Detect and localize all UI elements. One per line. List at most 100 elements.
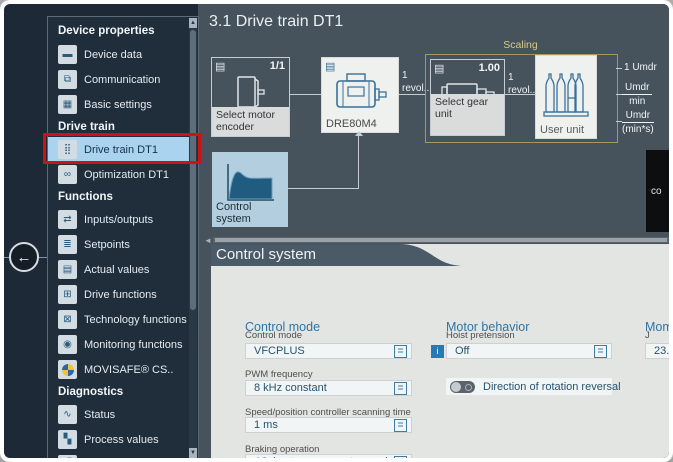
scroll-up-icon[interactable]: ▲ (189, 18, 197, 28)
inputs-outputs-icon: ⇄ (58, 210, 77, 229)
application-window: ← Device properties ▬ Device data ⧉ Comm… (0, 0, 673, 462)
select-motor-encoder-card[interactable]: ▤ 1/1 Select motor encoder (211, 57, 290, 137)
sidebar-item-actual-values[interactable]: ▤ Actual values (48, 257, 189, 282)
monitoring-functions-icon: ◉ (58, 335, 77, 354)
notebook-icon: ▤ (434, 62, 444, 75)
process-values-icon: ▚ (58, 430, 77, 449)
motor-card-caption: DRE80M4 (326, 118, 377, 130)
direction-reversal-toggle-row[interactable]: Direction of rotation reversal (446, 378, 612, 395)
section-device-properties: Device properties (48, 20, 189, 42)
drive-train-icon: ⣿ (58, 140, 77, 159)
sidebar-item-label: MOVISAFE® CS.. (84, 364, 173, 376)
sidebar-item-process-values[interactable]: ▚ Process values (48, 427, 189, 452)
field-label: Control mode (245, 330, 302, 341)
sidebar-item-label: Optimization DT1 (84, 169, 169, 181)
sidebar-item-device-data[interactable]: ▬ Device data (48, 42, 189, 67)
user-unit-card[interactable]: User unit (535, 55, 597, 139)
sidebar-item-drive-train-dt1[interactable]: ⣿ Drive train DT1 (48, 137, 189, 162)
sidebar-item-technology-functions[interactable]: ⊠ Technology functions (48, 307, 189, 332)
sidebar-item-movisafe[interactable]: MOVISAFE® CS.. (48, 357, 189, 382)
sidebar-item-label: Setpoints (84, 239, 130, 251)
dropdown-icon[interactable]: ≣ (394, 345, 407, 358)
dropdown-icon[interactable]: ≣ (394, 456, 407, 459)
connector-control-vertical (358, 136, 359, 189)
panel-title: Control system (216, 246, 316, 263)
motor-drawing (331, 72, 389, 116)
connector-encoder-motor (290, 94, 321, 95)
control-mode-select[interactable]: VFCPLUS ≣ (245, 343, 412, 359)
scanning-time-select[interactable]: 1 ms ≣ (245, 417, 412, 433)
encoder-card-caption: Select motor encoder (212, 107, 289, 136)
encoder-drawing (234, 76, 268, 110)
back-button[interactable]: ← (9, 242, 39, 272)
sidebar-item-inputs-outputs[interactable]: ⇄ Inputs/outputs (48, 207, 189, 232)
actual-values-icon: ▤ (58, 260, 77, 279)
pwm-frequency-select[interactable]: 8 kHz constant ≣ (245, 380, 412, 396)
drive-functions-icon: ⊞ (58, 285, 77, 304)
status-icon: ∿ (58, 405, 77, 424)
field-value: 23.84 (654, 345, 669, 357)
user-unit-caption: User unit (540, 124, 584, 136)
scroll-down-icon[interactable]: ▼ (189, 448, 197, 458)
panel-body: Control mode Control mode VFCPLUS ≣ PWM … (211, 266, 669, 458)
unit-position-label: 1 Umdr (624, 62, 657, 73)
select-gear-unit-card[interactable]: ▤ 1.00 Select gear unit (430, 59, 505, 136)
panel-header: Control system (211, 244, 669, 266)
sidebar-item-label: Communication (84, 74, 160, 86)
sidebar-item-status[interactable]: ∿ Status (48, 402, 189, 427)
sidebar-item-fault-memory[interactable]: ▞ Fault memory (48, 452, 189, 458)
diagram-scrollbar[interactable] (213, 237, 669, 243)
sidebar-item-label: Inputs/outputs (84, 214, 153, 226)
field-value: 4Q (motor + generator mode) (254, 456, 394, 458)
sidebar-item-label: Device data (84, 49, 142, 61)
hoist-pretension-select[interactable]: Off ≣ (446, 343, 612, 359)
sidebar-scrollbar-thumb[interactable] (190, 30, 196, 310)
communication-icon: ⧉ (58, 70, 77, 89)
fault-memory-icon: ▞ (58, 455, 77, 458)
diagram-scrollbar-thumb[interactable] (215, 238, 667, 242)
back-arrow-icon: ← (17, 249, 32, 266)
sidebar-item-label: Monitoring functions (84, 339, 182, 351)
toggle-label: Direction of rotation reversal (483, 381, 621, 393)
toggle-off-icon[interactable] (450, 381, 475, 393)
basic-settings-icon: ▦ (58, 95, 77, 114)
navigation-sidebar: Device properties ▬ Device data ⧉ Commun… (47, 16, 199, 458)
sidebar-item-label: Status (84, 409, 115, 421)
sidebar-item-drive-functions[interactable]: ⊞ Drive functions (48, 282, 189, 307)
info-icon[interactable]: i (431, 345, 444, 358)
notebook-icon: ▤ (215, 60, 225, 73)
sidebar-item-optimization-dt1[interactable]: ∞ Optimization DT1 (48, 162, 189, 187)
connector-arrow-icon (355, 131, 363, 136)
sidebar-item-label: Basic settings (84, 99, 152, 111)
ratio-gear-label: 1 revol... (508, 72, 538, 97)
sidebar-item-label: Technology functions (84, 314, 187, 326)
field-label: Hoist pretension (446, 330, 515, 341)
motor-card[interactable]: ▤ DRE80M4 (321, 57, 399, 133)
step-response-curve-drawing (222, 162, 278, 206)
gear-card-caption: Select gear unit (431, 94, 504, 135)
clipped-overlay-text: co (651, 186, 662, 197)
encoder-count-badge: 1/1 (270, 60, 285, 72)
control-system-panel: Control system Control mode Control mode… (211, 244, 669, 458)
sidebar-item-basic-settings[interactable]: ▦ Basic settings (48, 92, 189, 117)
section-functions: Functions (48, 187, 189, 207)
sidebar-item-monitoring-functions[interactable]: ◉ Monitoring functions (48, 332, 189, 357)
j-motor-field[interactable]: 23.84 (645, 343, 669, 359)
section-drive-train: Drive train (48, 117, 189, 137)
sidebar-item-setpoints[interactable]: ≣ Setpoints (48, 232, 189, 257)
control-system-card[interactable]: Control system (212, 152, 288, 227)
dropdown-icon[interactable]: ≣ (594, 345, 607, 358)
connector-control-horizontal (288, 188, 358, 189)
dropdown-icon[interactable]: ≣ (394, 382, 407, 395)
control-card-caption: Control system (216, 201, 288, 225)
app-surface: ← Device properties ▬ Device data ⧉ Comm… (4, 4, 669, 458)
sidebar-item-label: Drive functions (84, 289, 157, 301)
field-label: PWM frequency (245, 369, 313, 380)
gear-ratio-badge: 1.00 (479, 62, 500, 74)
sidebar-item-communication[interactable]: ⧉ Communication (48, 67, 189, 92)
dropdown-icon[interactable]: ≣ (394, 419, 407, 432)
sidebar-scrollbar[interactable]: ▲ ▼ (189, 18, 197, 458)
unit-velocity-label: Umdr min (622, 82, 652, 107)
unit-tick (616, 68, 622, 69)
braking-operation-select[interactable]: 4Q (motor + generator mode) ≣ (245, 454, 412, 458)
